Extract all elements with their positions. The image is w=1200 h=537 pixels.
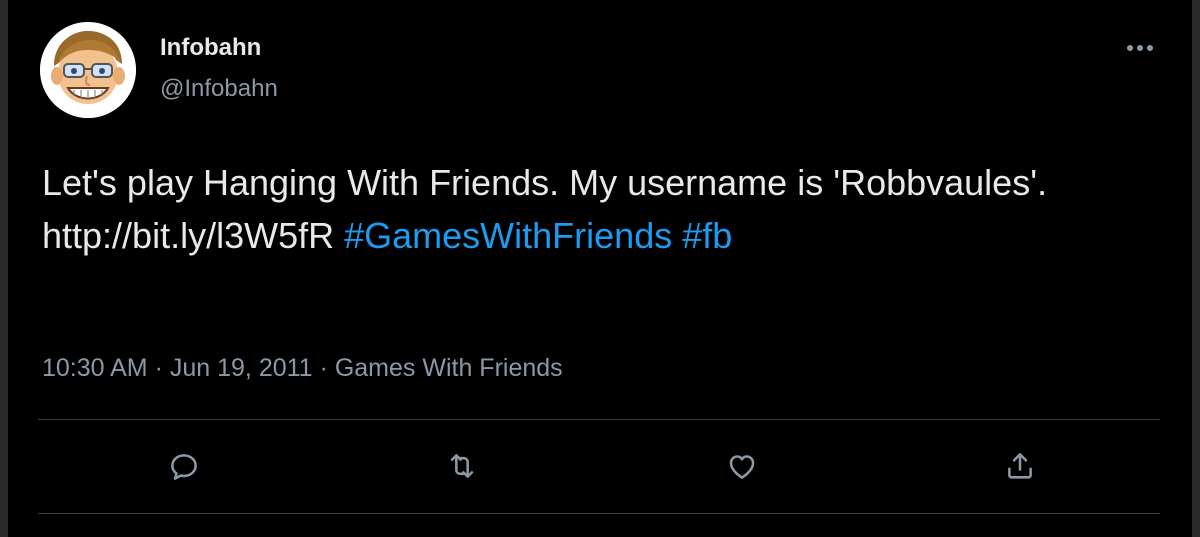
avatar[interactable]: [40, 22, 136, 118]
more-options-button[interactable]: [1120, 34, 1160, 62]
tweet-date[interactable]: Jun 19, 2011: [170, 354, 313, 382]
reply-button[interactable]: [164, 446, 204, 486]
tweet-space: [334, 215, 344, 256]
meta-separator: ·: [154, 354, 163, 382]
hashtag-gameswithfriends[interactable]: #GamesWithFriends: [344, 215, 672, 256]
tweet-space: [672, 215, 682, 256]
divider: [38, 419, 1160, 420]
tweet-text-plain: Let's play Hanging With Friends. My user…: [42, 162, 1048, 203]
more-icon: [1127, 45, 1153, 51]
window-frame-left: [0, 0, 8, 537]
retweet-icon: [450, 454, 474, 478]
tweet-meta: 10:30 AM · Jun 19, 2011 · Games With Fri…: [42, 354, 563, 383]
tweet-text: Let's play Hanging With Friends. My user…: [42, 156, 1182, 262]
cartoon-face-avatar-icon: [40, 22, 136, 118]
tweet-card: Infobahn @Infobahn Let's play Hanging Wi…: [8, 0, 1192, 537]
like-button[interactable]: [722, 446, 762, 486]
meta-separator: ·: [319, 354, 328, 382]
retweet-button[interactable]: [442, 446, 482, 486]
reply-icon: [171, 454, 197, 480]
tweet-time[interactable]: 10:30 AM: [42, 354, 148, 382]
share-icon: [1008, 453, 1032, 479]
hashtag-fb[interactable]: #fb: [682, 215, 732, 256]
author-handle[interactable]: @Infobahn: [160, 75, 278, 103]
author-name[interactable]: Infobahn: [160, 34, 261, 62]
tweet-source[interactable]: Games With Friends: [335, 354, 563, 382]
window-frame-right: [1192, 0, 1200, 537]
share-button[interactable]: [1000, 446, 1040, 486]
tweet-url[interactable]: http://bit.ly/l3W5fR: [42, 215, 334, 256]
divider: [38, 513, 1160, 514]
heart-icon: [729, 455, 755, 479]
